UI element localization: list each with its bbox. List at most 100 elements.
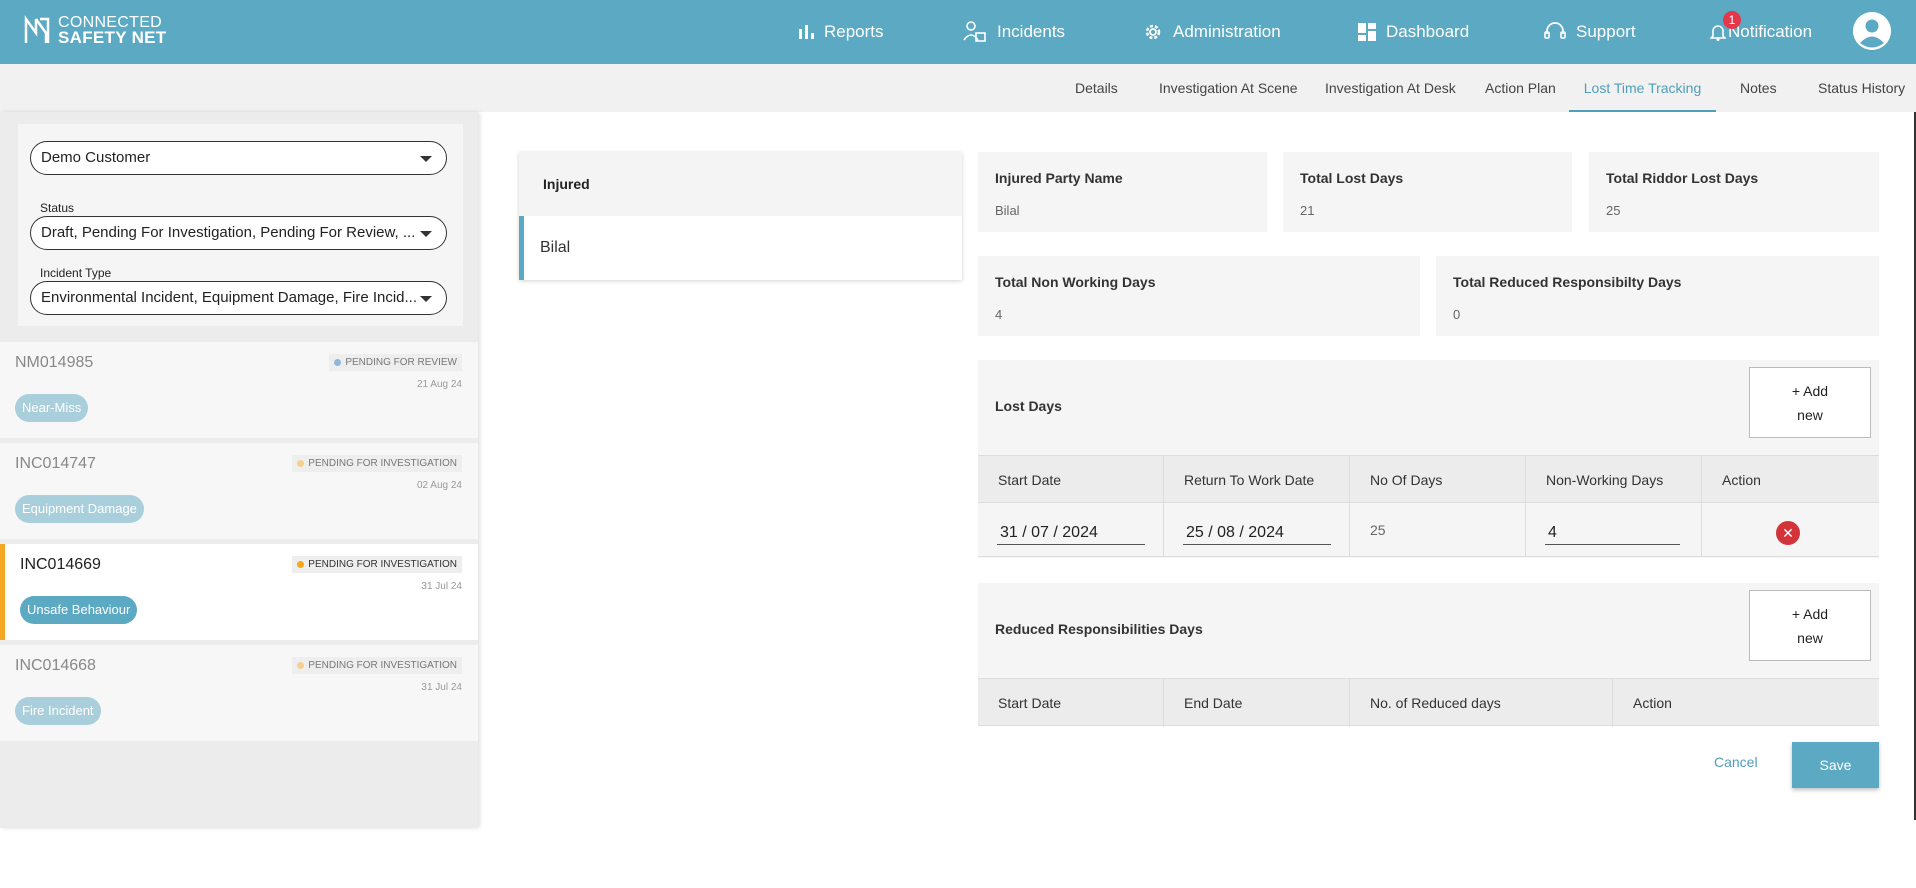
nav-notification[interactable]: Notification <box>1710 0 1812 64</box>
customer-select-value: Demo Customer <box>41 149 151 166</box>
column-non-working-days: Non-Working Days <box>1526 456 1702 504</box>
action-cell: ✕ <box>1702 503 1879 557</box>
incident-type-tag: Fire Incident <box>15 697 101 725</box>
injured-list-panel: Injured Bilal <box>519 152 962 280</box>
nav-dashboard[interactable]: Dashboard <box>1358 0 1469 64</box>
incident-type-label: Incident Type <box>40 266 112 280</box>
status-select[interactable]: Draft, Pending For Investigation, Pendin… <box>30 216 447 250</box>
nav-incidents[interactable]: Incidents <box>963 0 1065 64</box>
incident-date: 31 Jul 24 <box>421 581 462 592</box>
incident-id: INC014669 <box>20 556 101 573</box>
incident-card[interactable]: INC014668 PENDING FOR INVESTIGATION 31 J… <box>0 645 478 741</box>
user-avatar-icon[interactable] <box>1853 12 1891 50</box>
incident-id: INC014747 <box>15 455 96 472</box>
column-no-of-reduced-days: No. of Reduced days <box>1350 679 1613 727</box>
column-end-date: End Date <box>1164 679 1350 727</box>
tab-action-plan[interactable]: Action Plan <box>1485 64 1556 112</box>
tab-notes[interactable]: Notes <box>1740 64 1777 112</box>
status-dot-icon <box>334 359 342 366</box>
add-reduced-day-label-2: new <box>1797 630 1823 646</box>
tab-investigation-at-scene[interactable]: Investigation At Scene <box>1159 64 1298 112</box>
total-non-working-days-box: Total Non Working Days 4 <box>978 256 1420 336</box>
nav-administration[interactable]: Administration <box>1143 0 1281 64</box>
column-action: Action <box>1722 472 1761 488</box>
total-riddor-lost-days-label: Total Riddor Lost Days <box>1606 170 1759 186</box>
status-badge: PENDING FOR INVESTIGATION <box>292 657 462 674</box>
total-reduced-responsibility-days-label: Total Reduced Responsibilty Days <box>1453 274 1682 290</box>
total-lost-days-value: 21 <box>1300 203 1315 218</box>
incident-type-tag: Unsafe Behaviour <box>20 596 138 624</box>
column-start-date: Start Date <box>978 456 1164 504</box>
bar-chart-icon <box>798 24 814 40</box>
incident-date: 21 Aug 24 <box>416 379 462 390</box>
total-riddor-lost-days-box: Total Riddor Lost Days 25 <box>1589 152 1879 232</box>
reduced-responsibilities-title: Reduced Responsibilities Days <box>995 621 1203 637</box>
status-badge: PENDING FOR REVIEW <box>329 354 462 371</box>
non-working-days-input[interactable]: 4 <box>1545 521 1680 545</box>
return-date-input[interactable]: 25 / 08 / 2024 <box>1183 521 1331 545</box>
gear-icon <box>1143 22 1163 42</box>
lost-days-section: Lost Days + Add new Start Date Return To… <box>978 360 1879 558</box>
no-of-days-cell: 25 <box>1350 503 1526 557</box>
add-reduced-day-button[interactable]: + Add new <box>1749 590 1871 661</box>
injured-party-name-value: Bilal <box>995 203 1020 218</box>
tab-investigation-at-desk[interactable]: Investigation At Desk <box>1325 64 1456 112</box>
total-lost-days-label: Total Lost Days <box>1300 170 1404 186</box>
injured-person-item[interactable]: Bilal <box>519 216 962 280</box>
customer-select[interactable]: Demo Customer <box>30 141 447 175</box>
status-dot-icon <box>297 561 305 568</box>
start-date-cell: 31 / 07 / 2024 <box>978 503 1164 557</box>
delete-row-button[interactable]: ✕ <box>1776 521 1800 545</box>
incident-id: NM014985 <box>15 354 94 371</box>
headset-icon <box>1544 22 1566 42</box>
reduced-responsibilities-section: Reduced Responsibilities Days + Add new … <box>978 583 1879 727</box>
reduced-days-table-header: Start Date End Date No. of Reduced days … <box>978 678 1879 727</box>
status-dot-icon <box>297 460 305 467</box>
total-reduced-responsibility-days-box: Total Reduced Responsibilty Days 0 <box>1436 256 1879 336</box>
add-reduced-day-label: + Add <box>1791 606 1829 622</box>
total-reduced-responsibility-days-value: 0 <box>1453 307 1461 322</box>
lost-days-table-header: Start Date Return To Work Date No Of Day… <box>978 455 1879 504</box>
dashboard-icon <box>1358 23 1376 41</box>
logo[interactable]: CONNECTED SAFETY NET <box>22 13 166 47</box>
incident-date: 02 Aug 24 <box>416 480 462 491</box>
add-lost-day-button[interactable]: + Add new <box>1749 367 1871 438</box>
column-action: Action <box>1633 695 1672 711</box>
save-button[interactable]: Save <box>1792 742 1879 788</box>
incident-id: INC014668 <box>15 657 96 674</box>
tab-details[interactable]: Details <box>1075 64 1118 112</box>
incident-card[interactable]: NM014985 PENDING FOR REVIEW 21 Aug 24 Ne… <box>0 342 478 438</box>
cancel-button[interactable]: Cancel <box>1714 754 1758 770</box>
total-riddor-lost-days-value: 25 <box>1606 203 1621 218</box>
incident-type-select[interactable]: Environmental Incident, Equipment Damage… <box>30 281 447 315</box>
start-date-input[interactable]: 31 / 07 / 2024 <box>997 521 1145 545</box>
incident-type-tag: Near-Miss <box>15 394 89 422</box>
nav-support-label: Support <box>1576 22 1636 41</box>
chevron-down-icon <box>420 156 432 162</box>
add-lost-day-label: + Add <box>1791 383 1829 399</box>
nav-support[interactable]: Support <box>1544 0 1636 64</box>
incident-card-selected[interactable]: INC014669 PENDING FOR INVESTIGATION 31 J… <box>0 544 478 640</box>
person-alert-icon <box>963 20 987 44</box>
column-start-date: Start Date <box>978 679 1164 727</box>
tab-status-history[interactable]: Status History <box>1818 64 1905 112</box>
incident-card[interactable]: INC014747 PENDING FOR INVESTIGATION 02 A… <box>0 443 478 539</box>
filter-panel: Demo Customer Status Draft, Pending For … <box>18 124 463 326</box>
nav-reports[interactable]: Reports <box>798 0 884 64</box>
nav-dashboard-label: Dashboard <box>1386 22 1470 41</box>
top-navbar: CONNECTED SAFETY NET Reports Incidents A… <box>0 0 1916 64</box>
status-badge: PENDING FOR INVESTIGATION <box>292 455 462 472</box>
injured-party-name-box: Injured Party Name Bilal <box>978 152 1267 232</box>
lost-days-title: Lost Days <box>995 398 1062 414</box>
tab-lost-time-tracking[interactable]: Lost Time Tracking <box>1569 64 1716 112</box>
incident-sidebar: Demo Customer Status Draft, Pending For … <box>0 112 478 828</box>
status-label: Status <box>40 201 75 215</box>
no-of-days-value: 25 <box>1370 522 1386 538</box>
status-dot-icon <box>297 662 305 669</box>
total-non-working-days-value: 4 <box>995 307 1003 322</box>
bell-icon <box>1710 23 1726 41</box>
non-working-days-cell: 4 <box>1526 503 1702 557</box>
nav-administration-label: Administration <box>1173 22 1281 41</box>
total-lost-days-box: Total Lost Days 21 <box>1283 152 1572 232</box>
chevron-down-icon <box>420 231 432 237</box>
